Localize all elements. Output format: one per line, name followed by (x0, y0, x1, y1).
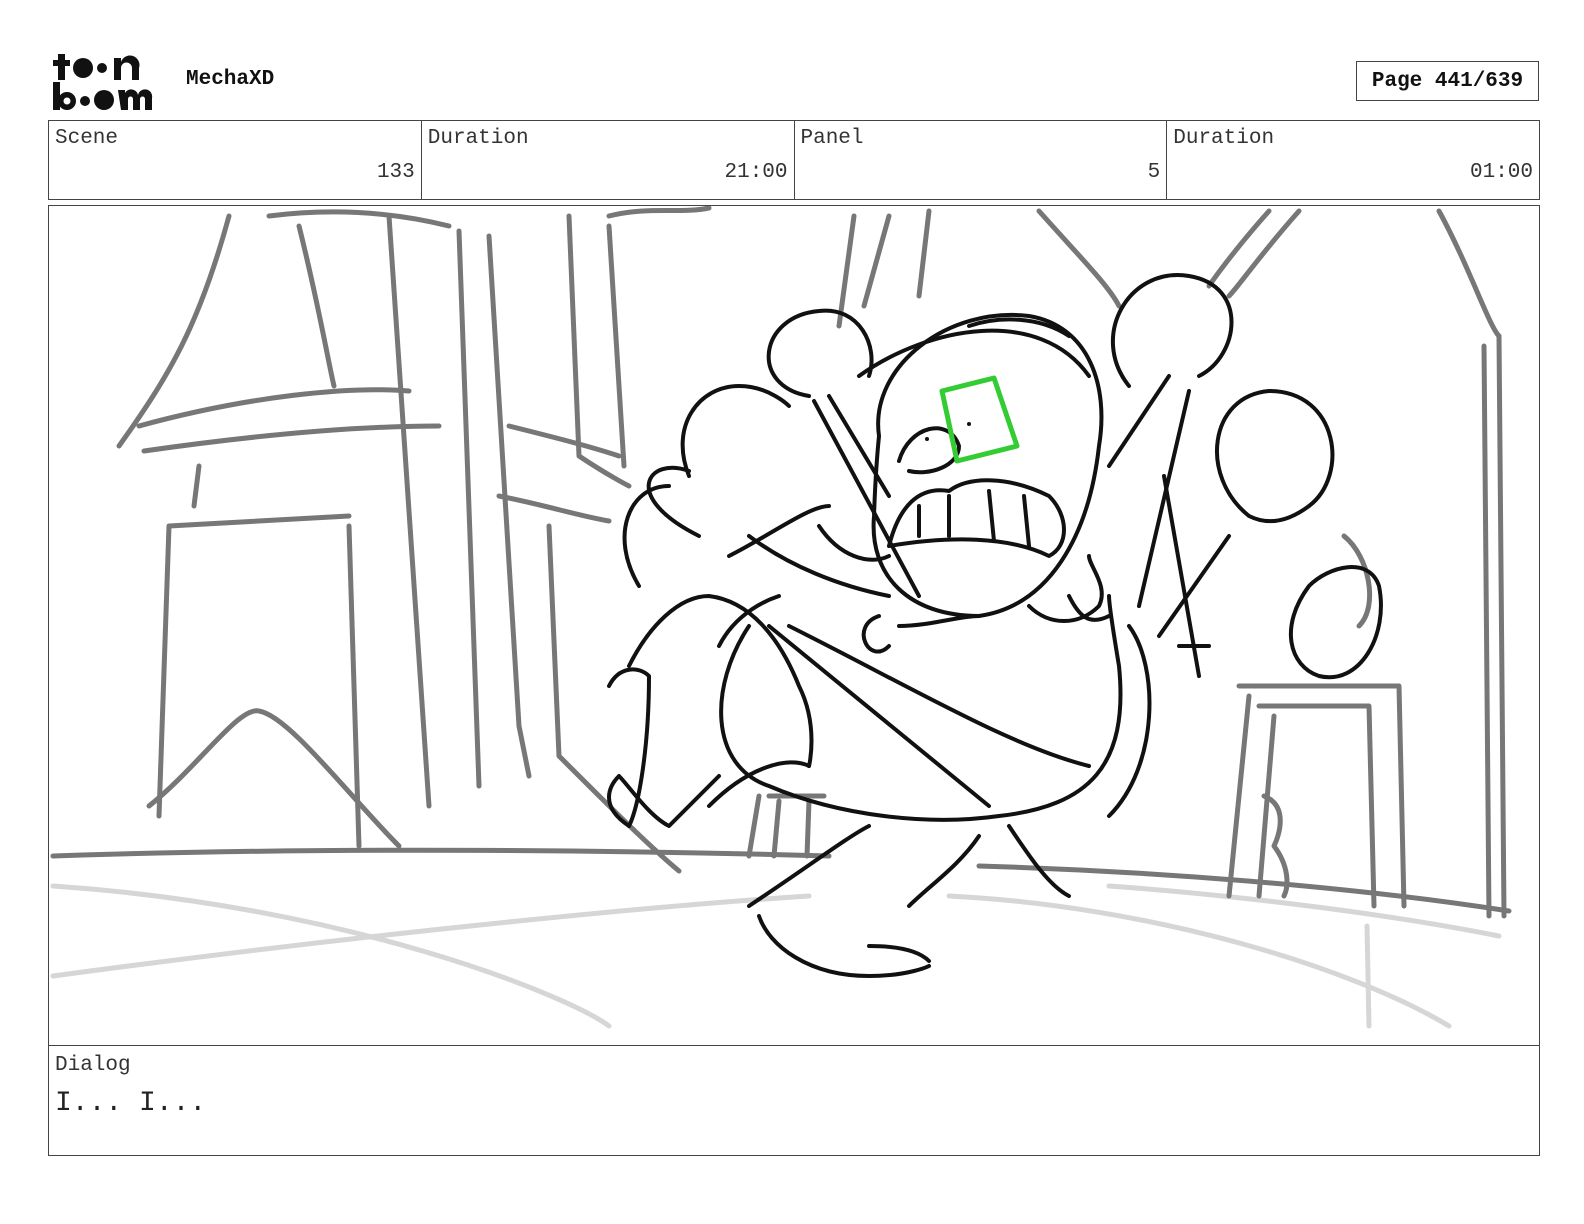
panel-value: 5 (1147, 161, 1161, 184)
scene-info-row: Scene 133 Duration 21:00 Panel 5 Duratio… (48, 120, 1540, 200)
scene-duration-label: Duration (427, 127, 529, 150)
scene-duration-value: 21:00 (724, 161, 788, 184)
dialog-section: Dialog I... I... (48, 1045, 1540, 1156)
page-number: Page 441/639 (1356, 61, 1539, 101)
storyboard-panel-image (48, 205, 1540, 1046)
dialog-text: I... I... (55, 1088, 207, 1119)
dialog-label: Dialog (55, 1054, 131, 1077)
scene-cell: Scene 133 (49, 121, 422, 199)
scene-duration-cell: Duration 21:00 (422, 121, 795, 199)
sketch-drawing (50, 206, 1512, 1029)
panel-duration-cell: Duration 01:00 (1167, 121, 1539, 199)
panel-cell: Panel 5 (795, 121, 1168, 199)
scene-value: 133 (376, 161, 415, 184)
toon-boom-logo (53, 54, 153, 110)
scene-label: Scene (55, 127, 119, 150)
panel-label: Panel (800, 127, 864, 150)
panel-duration-value: 01:00 (1469, 161, 1533, 184)
project-title: MechaXD (186, 68, 275, 91)
panel-duration-label: Duration (1173, 127, 1275, 150)
